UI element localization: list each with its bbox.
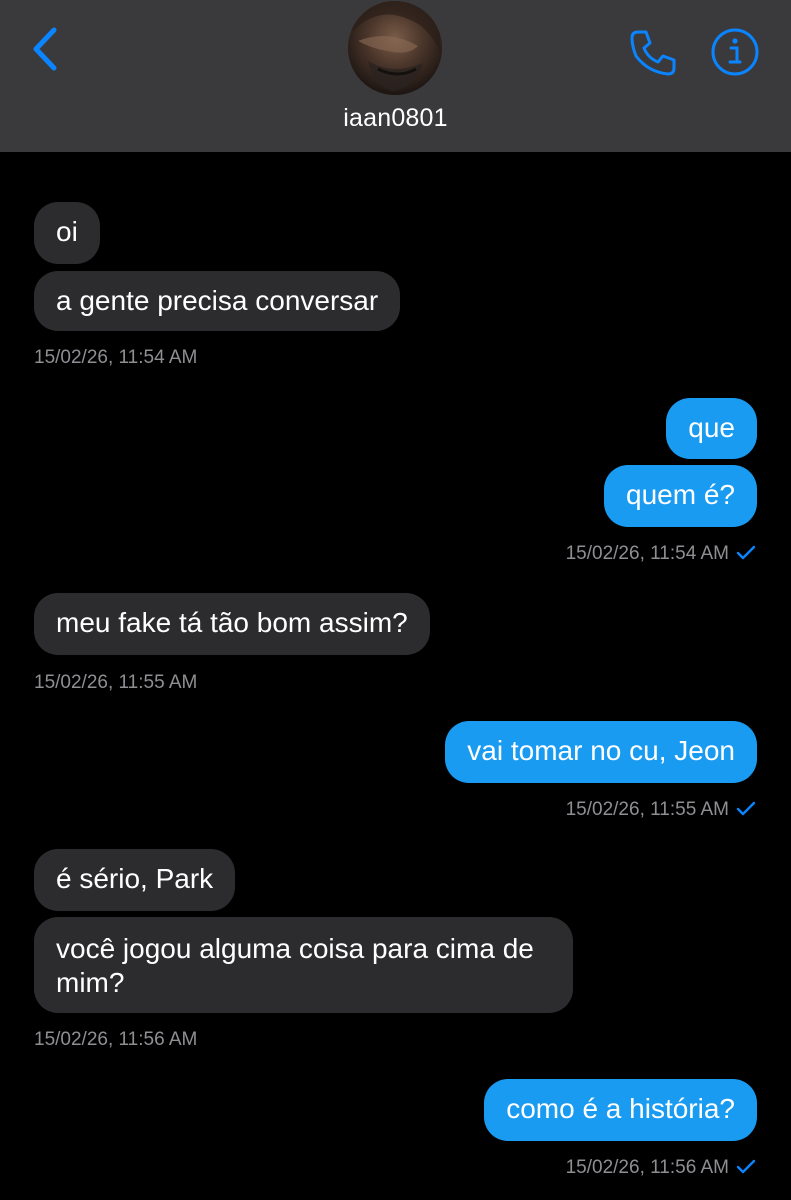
chat-header: iaan0801 [0, 0, 791, 152]
message-bubble-outgoing[interactable]: que [666, 398, 757, 459]
info-button[interactable] [710, 27, 760, 77]
message-timestamp: 15/02/26, 11:54 AM [34, 347, 198, 368]
message-bubble-incoming[interactable]: oi [34, 202, 100, 264]
avatar[interactable] [348, 1, 442, 95]
avatar-photo [348, 1, 442, 95]
read-check-icon [736, 801, 756, 816]
message-bubble-incoming[interactable]: meu fake tá tão bom assim? [34, 593, 430, 655]
read-check-icon [736, 1159, 756, 1174]
contact-name[interactable]: iaan0801 [0, 104, 791, 133]
message-bubble-outgoing[interactable]: vai tomar no cu, Jeon [445, 721, 757, 783]
message-timestamp: 15/02/26, 11:55 AM [34, 672, 198, 693]
call-button[interactable] [626, 26, 680, 80]
message-timestamp: 15/02/26, 11:54 AM [565, 543, 729, 564]
back-button[interactable] [24, 26, 66, 72]
message-bubble-incoming[interactable]: você jogou alguma coisa para cima de mim… [34, 917, 573, 1013]
phone-icon [630, 30, 676, 76]
chevron-left-icon [33, 27, 57, 71]
read-check-icon [736, 545, 756, 560]
message-timestamp: 15/02/26, 11:55 AM [565, 799, 729, 820]
message-bubble-incoming[interactable]: é sério, Park [34, 849, 236, 911]
message-bubble-incoming[interactable]: a gente precisa conversar [34, 271, 401, 331]
message-bubble-outgoing[interactable]: como é a história? [484, 1079, 757, 1141]
message-bubble-outgoing[interactable]: quem é? [604, 465, 757, 527]
info-circle-icon [711, 28, 759, 76]
message-timestamp: 15/02/26, 11:56 AM [34, 1029, 198, 1050]
message-timestamp: 15/02/26, 11:56 AM [565, 1157, 729, 1178]
